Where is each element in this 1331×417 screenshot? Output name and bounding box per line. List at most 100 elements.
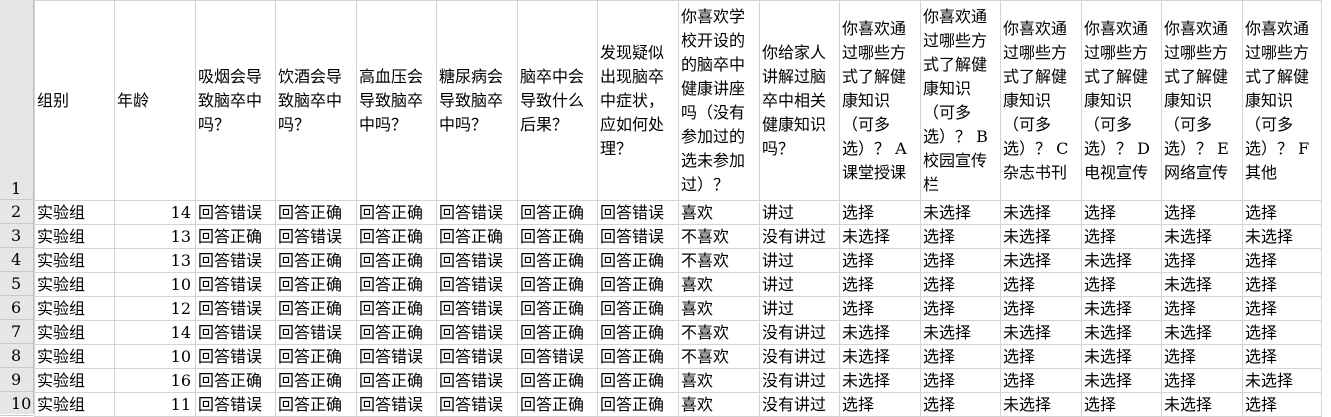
table-cell[interactable]: 回答正确	[517, 368, 598, 393]
table-cell[interactable]: 没有讲过	[759, 344, 840, 369]
table-cell[interactable]: 回答正确	[275, 248, 357, 273]
table-cell[interactable]: 回答错误	[195, 296, 276, 321]
table-cell[interactable]: 回答正确	[275, 344, 357, 369]
row-number[interactable]: 4	[0, 248, 33, 272]
table-cell[interactable]: 未选择	[839, 344, 921, 369]
age-cell[interactable]: 16	[114, 368, 196, 393]
table-cell[interactable]: 回答错误	[597, 224, 679, 249]
table-cell[interactable]: 选择	[839, 296, 921, 321]
table-cell[interactable]: 回答错误	[195, 272, 276, 297]
table-cell[interactable]: 选择	[1242, 248, 1322, 273]
table-cell[interactable]: 不喜欢	[678, 248, 760, 273]
table-cell[interactable]: 回答错误	[195, 248, 276, 273]
age-cell[interactable]: 10	[114, 344, 196, 369]
header-cell[interactable]: 你喜欢通过哪些方式了解健康知识（可多选）？ C 杂志书刊	[1000, 0, 1082, 201]
table-cell[interactable]: 选择	[839, 392, 921, 417]
table-cell[interactable]: 回答正确	[517, 296, 598, 321]
row-number[interactable]: 9	[0, 368, 33, 392]
table-cell[interactable]: 实验组	[34, 296, 115, 321]
row-number[interactable]: 1	[0, 0, 33, 200]
table-cell[interactable]: 讲过	[759, 248, 840, 273]
table-cell[interactable]: 未选择	[839, 320, 921, 345]
table-cell[interactable]: 没有讲过	[759, 392, 840, 417]
table-cell[interactable]: 没有讲过	[759, 368, 840, 393]
table-cell[interactable]: 回答错误	[436, 296, 518, 321]
table-cell[interactable]: 选择	[1242, 200, 1322, 225]
table-cell[interactable]: 选择	[1000, 272, 1082, 297]
header-cell[interactable]: 你喜欢通过哪些方式了解健康知识（可多选）？ E 网络宣传	[1161, 0, 1243, 201]
age-cell[interactable]: 13	[114, 224, 196, 249]
header-cell[interactable]: 年龄	[114, 0, 196, 201]
table-cell[interactable]: 选择	[920, 392, 1001, 417]
table-cell[interactable]: 回答错误	[356, 392, 437, 417]
table-cell[interactable]: 未选择	[1081, 248, 1162, 273]
table-cell[interactable]: 回答正确	[356, 320, 437, 345]
table-cell[interactable]: 回答正确	[597, 272, 679, 297]
header-cell[interactable]: 你喜欢通过哪些方式了解健康知识（可多选）？ F 其他	[1242, 0, 1322, 201]
table-cell[interactable]: 选择	[839, 248, 921, 273]
row-number[interactable]: 3	[0, 224, 33, 248]
table-cell[interactable]: 回答错误	[195, 200, 276, 225]
table-cell[interactable]: 未选择	[1242, 368, 1322, 393]
table-cell[interactable]: 未选择	[1161, 320, 1243, 345]
table-cell[interactable]: 未选择	[1000, 320, 1082, 345]
table-cell[interactable]: 选择	[1000, 368, 1082, 393]
table-cell[interactable]: 回答正确	[597, 392, 679, 417]
table-cell[interactable]: 未选择	[1081, 368, 1162, 393]
table-cell[interactable]: 回答正确	[597, 344, 679, 369]
header-cell[interactable]: 你喜欢通过哪些方式了解健康知识（可多选）？ A 课堂授课	[839, 0, 921, 201]
row-number[interactable]: 5	[0, 272, 33, 296]
table-cell[interactable]: 讲过	[759, 272, 840, 297]
table-cell[interactable]: 选择	[1000, 344, 1082, 369]
table-cell[interactable]: 回答错误	[597, 200, 679, 225]
table-cell[interactable]: 实验组	[34, 320, 115, 345]
table-cell[interactable]: 回答正确	[356, 296, 437, 321]
table-cell[interactable]: 回答错误	[195, 392, 276, 417]
table-cell[interactable]: 选择	[920, 368, 1001, 393]
table-cell[interactable]: 未选择	[1161, 272, 1243, 297]
table-cell[interactable]: 选择	[1161, 296, 1243, 321]
table-cell[interactable]: 选择	[920, 248, 1001, 273]
table-cell[interactable]: 回答错误	[195, 320, 276, 345]
row-number[interactable]: 2	[0, 200, 33, 224]
table-cell[interactable]: 选择	[1081, 224, 1162, 249]
table-cell[interactable]: 实验组	[34, 392, 115, 417]
age-cell[interactable]: 13	[114, 248, 196, 273]
table-cell[interactable]: 回答正确	[356, 272, 437, 297]
table-cell[interactable]: 选择	[920, 272, 1001, 297]
table-cell[interactable]: 未选择	[920, 320, 1001, 345]
row-number[interactable]: 10	[0, 392, 33, 416]
table-cell[interactable]: 未选择	[920, 200, 1001, 225]
table-cell[interactable]: 不喜欢	[678, 224, 760, 249]
header-cell[interactable]: 你喜欢学校开设的的脑卒中健康讲座吗（没有参加过的选未参加过）？	[678, 0, 760, 201]
age-cell[interactable]: 10	[114, 272, 196, 297]
table-cell[interactable]: 未选择	[839, 368, 921, 393]
table-cell[interactable]: 实验组	[34, 224, 115, 249]
table-cell[interactable]: 讲过	[759, 296, 840, 321]
table-cell[interactable]: 实验组	[34, 248, 115, 273]
header-cell[interactable]: 饮酒会导致脑卒中吗？	[275, 0, 357, 201]
table-cell[interactable]: 回答正确	[517, 320, 598, 345]
table-cell[interactable]: 不喜欢	[678, 320, 760, 345]
table-cell[interactable]: 回答正确	[356, 368, 437, 393]
table-cell[interactable]: 喜欢	[678, 368, 760, 393]
header-cell[interactable]: 你喜欢通过哪些方式了解健康知识（可多选）？ B 校园宣传栏	[920, 0, 1001, 201]
header-cell[interactable]: 你喜欢通过哪些方式了解健康知识（可多选）？ D 电视宣传	[1081, 0, 1162, 201]
age-cell[interactable]: 14	[114, 200, 196, 225]
table-cell[interactable]: 未选择	[1000, 248, 1082, 273]
table-cell[interactable]: 选择	[1242, 296, 1322, 321]
table-cell[interactable]: 选择	[1081, 272, 1162, 297]
table-cell[interactable]: 未选择	[1000, 224, 1082, 249]
header-cell[interactable]: 组别	[34, 0, 115, 201]
table-cell[interactable]: 回答正确	[275, 200, 357, 225]
table-cell[interactable]: 回答正确	[275, 368, 357, 393]
table-cell[interactable]: 未选择	[1081, 296, 1162, 321]
table-cell[interactable]: 实验组	[34, 344, 115, 369]
table-cell[interactable]: 回答正确	[356, 248, 437, 273]
table-cell[interactable]: 选择	[1161, 368, 1243, 393]
table-cell[interactable]: 回答正确	[195, 368, 276, 393]
table-cell[interactable]: 选择	[1242, 392, 1322, 417]
row-number[interactable]: 8	[0, 344, 33, 368]
table-cell[interactable]: 喜欢	[678, 272, 760, 297]
table-cell[interactable]: 选择	[1161, 200, 1243, 225]
